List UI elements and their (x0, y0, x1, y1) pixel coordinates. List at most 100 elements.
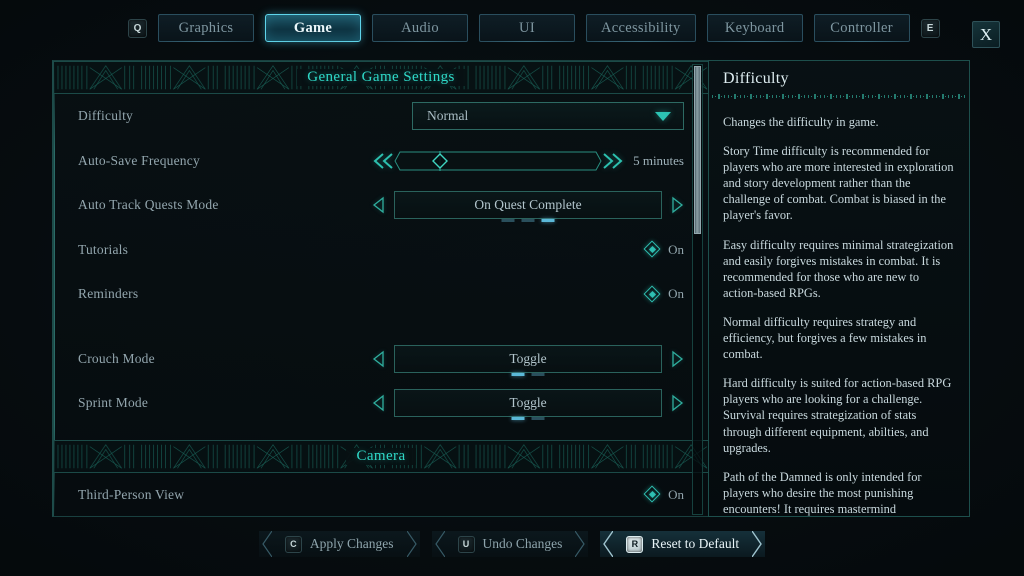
apply-changes-button[interactable]: C Apply Changes (258, 531, 420, 557)
info-paragraph: Normal difficulty requires strategy and … (723, 314, 927, 362)
info-paragraph: Story Time difficulty is recommended for… (723, 144, 954, 223)
slider-track-shape (394, 150, 602, 171)
action-bar: C Apply Changes U Undo Changes R Reset t… (0, 531, 1024, 557)
setting-label-autotrack: Auto Track Quests Mode (78, 197, 219, 213)
info-paragraph: Path of the Damned is only intended for … (723, 469, 922, 516)
reminders-value: On (668, 286, 684, 302)
bracket-right (575, 531, 586, 557)
setting-row-crouch[interactable]: Crouch Mode Toggle (54, 337, 708, 382)
diamond-checked-icon (643, 285, 661, 303)
spinner-next-icon[interactable] (670, 350, 684, 368)
page-dot (501, 219, 515, 223)
reset-to-default-button[interactable]: R Reset to Default (600, 531, 766, 557)
page-dot (531, 417, 545, 421)
undo-changes-button[interactable]: U Undo Changes (431, 531, 589, 557)
crouch-page-indicator (511, 372, 545, 376)
undo-key-badge[interactable]: U (457, 535, 475, 553)
setting-row-reminders[interactable]: Reminders On (54, 272, 708, 317)
spinner-prev-icon[interactable] (372, 394, 386, 412)
spinner-next-icon[interactable] (670, 196, 684, 214)
section-title-camera: Camera (346, 447, 416, 465)
autosave-slider-track[interactable] (394, 150, 602, 171)
autotrack-value: On Quest Complete (474, 197, 582, 213)
crouch-spinner[interactable]: Toggle (372, 344, 684, 376)
autosave-value: 5 minutes (633, 152, 684, 168)
tab-bar: Q Graphics Game Audio UI Accessibility K… (0, 0, 1024, 56)
section-header-camera: Camera (54, 439, 708, 473)
setting-label-difficulty: Difficulty (78, 108, 133, 124)
tab-keyboard[interactable]: Keyboard (706, 14, 803, 42)
difficulty-value: Normal (427, 108, 469, 124)
info-paragraph: Hard difficulty is suited for action-bas… (723, 376, 952, 455)
setting-label-tutorials: Tutorials (78, 241, 129, 257)
tab-controller[interactable]: Controller (813, 14, 910, 42)
spinner-prev-icon[interactable] (372, 196, 386, 214)
page-dot-active (511, 417, 525, 421)
spinner-prev-icon[interactable] (372, 350, 386, 368)
reset-key-badge[interactable]: R (626, 535, 644, 553)
crouch-value-box[interactable]: Toggle (394, 344, 662, 376)
tab-game[interactable]: Game (265, 14, 361, 42)
info-panel-body: Changes the difficulty in game. Story Ti… (709, 114, 969, 516)
tab-graphics[interactable]: Graphics (158, 14, 254, 42)
reset-to-default-label: Reset to Default (651, 536, 740, 551)
setting-label-sprint: Sprint Mode (78, 395, 149, 411)
tutorials-value: On (668, 241, 684, 257)
info-panel-title: Difficulty (723, 70, 789, 87)
bracket-left (603, 531, 614, 557)
setting-label-autosave: Auto-Save Frequency (78, 152, 200, 168)
bracket-left (262, 531, 272, 557)
settings-screen: Q Graphics Game Audio UI Accessibility K… (0, 0, 1024, 576)
setting-row-thirdperson[interactable]: Third-Person View On (54, 473, 708, 517)
tutorials-checkbox[interactable]: On (643, 240, 684, 258)
setting-row-tutorials[interactable]: Tutorials On (54, 228, 708, 273)
prev-tab-key-badge[interactable]: Q (128, 18, 147, 38)
setting-row-difficulty[interactable]: Difficulty Normal (54, 94, 708, 139)
sprint-value: Toggle (509, 395, 547, 411)
close-icon[interactable]: X (972, 21, 1000, 48)
info-panel: Difficulty Changes the difficulty in gam… (708, 60, 970, 517)
difficulty-dropdown[interactable]: Normal (412, 102, 684, 131)
sprint-value-box[interactable]: Toggle (394, 389, 662, 421)
section-title-general: General Game Settings (297, 69, 465, 86)
chevron-down-icon (655, 111, 671, 121)
thirdperson-value: On (668, 486, 684, 502)
bracket-left (434, 531, 445, 557)
info-paragraph: Changes the difficulty in game. (723, 115, 879, 129)
setting-row-autosave[interactable]: Auto-Save Frequency 5 minutes (54, 139, 708, 184)
sprint-spinner[interactable]: Toggle (372, 389, 684, 421)
bracket-right (752, 531, 762, 557)
reminders-checkbox[interactable]: On (643, 285, 684, 303)
autotrack-value-box[interactable]: On Quest Complete (394, 191, 662, 223)
autotrack-spinner[interactable]: On Quest Complete (372, 191, 684, 223)
tab-audio[interactable]: Audio (372, 14, 468, 42)
settings-scrollbar[interactable] (692, 64, 703, 515)
undo-changes-label: Undo Changes (482, 536, 563, 551)
tab-ui[interactable]: UI (479, 14, 575, 42)
info-divider-ornament (712, 94, 968, 99)
diamond-checked-icon (643, 485, 661, 503)
tab-accessibility[interactable]: Accessibility (586, 14, 696, 42)
setting-row-sprint[interactable]: Sprint Mode Toggle (54, 381, 708, 426)
next-tab-key-badge[interactable]: E (920, 18, 940, 38)
setting-label-reminders: Reminders (78, 286, 139, 302)
setting-label-crouch: Crouch Mode (78, 350, 155, 366)
page-dot (531, 372, 545, 376)
scrollbar-thumb[interactable] (694, 66, 701, 234)
section-header-general: General Game Settings (54, 61, 708, 94)
spinner-next-icon[interactable] (670, 394, 684, 412)
crouch-value: Toggle (509, 350, 547, 366)
autosave-slider[interactable]: 5 minutes (372, 150, 684, 171)
apply-key-badge[interactable]: C (284, 535, 302, 553)
autotrack-page-indicator (501, 219, 555, 223)
setting-row-autotrack[interactable]: Auto Track Quests Mode On Quest Complete (54, 183, 708, 228)
thirdperson-checkbox[interactable]: On (643, 485, 684, 503)
slider-decrease-icon[interactable] (372, 151, 396, 171)
settings-panel: General Game Settings Difficulty Normal … (52, 60, 709, 517)
sprint-page-indicator (511, 417, 545, 421)
bracket-right (406, 531, 417, 557)
diamond-checked-icon (643, 240, 661, 258)
setting-label-thirdperson: Third-Person View (78, 486, 185, 502)
apply-changes-label: Apply Changes (309, 536, 394, 551)
slider-increase-icon[interactable] (600, 151, 624, 171)
